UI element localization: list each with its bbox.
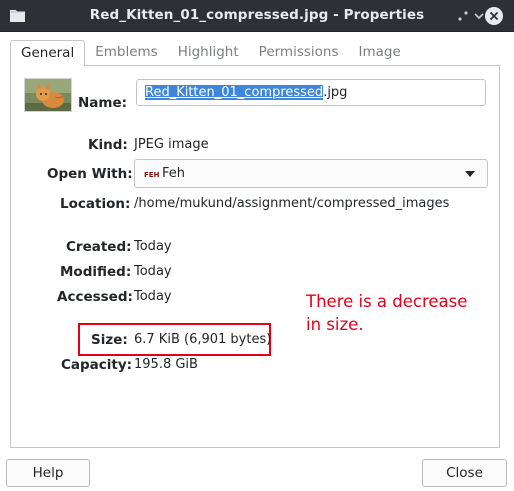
- filename-input[interactable]: Red_Kitten_01_compressed.jpg: [136, 79, 486, 106]
- tab-emblems[interactable]: Emblems: [85, 40, 168, 66]
- feh-app-icon: FEH: [144, 170, 160, 178]
- kitten-image: [25, 79, 71, 111]
- svg-text:FEH: FEH: [144, 171, 160, 178]
- size-label: Size:: [91, 332, 128, 348]
- capacity-label: Capacity:: [61, 357, 133, 373]
- kind-label: Kind:: [88, 137, 128, 153]
- file-thumbnail: [24, 78, 72, 112]
- size-annotation: There is a decrease in size.: [306, 290, 496, 336]
- size-value: 6.7 KiB (6,901 bytes): [134, 332, 272, 347]
- annotation-line-1: There is a decrease: [306, 292, 468, 311]
- created-label: Created:: [66, 239, 132, 255]
- tab-permissions[interactable]: Permissions: [249, 40, 349, 66]
- title-bar[interactable]: Red_Kitten_01_compressed.jpg - Propertie…: [0, 0, 514, 32]
- window-title: Red_Kitten_01_compressed.jpg - Propertie…: [89, 7, 425, 23]
- filename-selected-text: Red_Kitten_01_compressed: [145, 85, 324, 100]
- tab-bar: General Emblems Highlight Permissions Im…: [10, 40, 411, 66]
- kind-value: JPEG image: [134, 137, 209, 152]
- help-button[interactable]: Help: [6, 459, 90, 487]
- chevron-down-icon: [465, 171, 475, 177]
- close-window-button[interactable]: [485, 7, 503, 25]
- window-menu-icon[interactable]: [455, 8, 471, 24]
- accessed-label: Accessed:: [57, 289, 133, 305]
- tab-highlight[interactable]: Highlight: [168, 40, 249, 66]
- close-button[interactable]: Close: [422, 459, 507, 487]
- close-icon: [489, 11, 499, 21]
- annotation-line-2: in size.: [306, 315, 364, 334]
- tab-image[interactable]: Image: [349, 40, 411, 66]
- location-value[interactable]: /home/mukund/assignment/compressed_image…: [134, 196, 449, 211]
- tab-general[interactable]: General: [10, 40, 86, 66]
- open-with-label: Open With:: [47, 166, 133, 182]
- modified-value: Today: [134, 264, 172, 279]
- accessed-value: Today: [134, 289, 172, 304]
- general-panel: [10, 65, 500, 448]
- created-value: Today: [134, 239, 172, 254]
- modified-label: Modified:: [60, 264, 132, 280]
- filename-extension: .jpg: [323, 85, 348, 100]
- capacity-value: 195.8 GiB: [134, 357, 198, 372]
- properties-dialog: Red_Kitten_01_compressed.jpg - Propertie…: [0, 0, 514, 491]
- location-label: Location:: [60, 196, 131, 212]
- open-with-value: Feh: [162, 166, 186, 181]
- open-with-dropdown[interactable]: FEH Feh: [134, 159, 488, 188]
- name-label: Name:: [78, 95, 128, 111]
